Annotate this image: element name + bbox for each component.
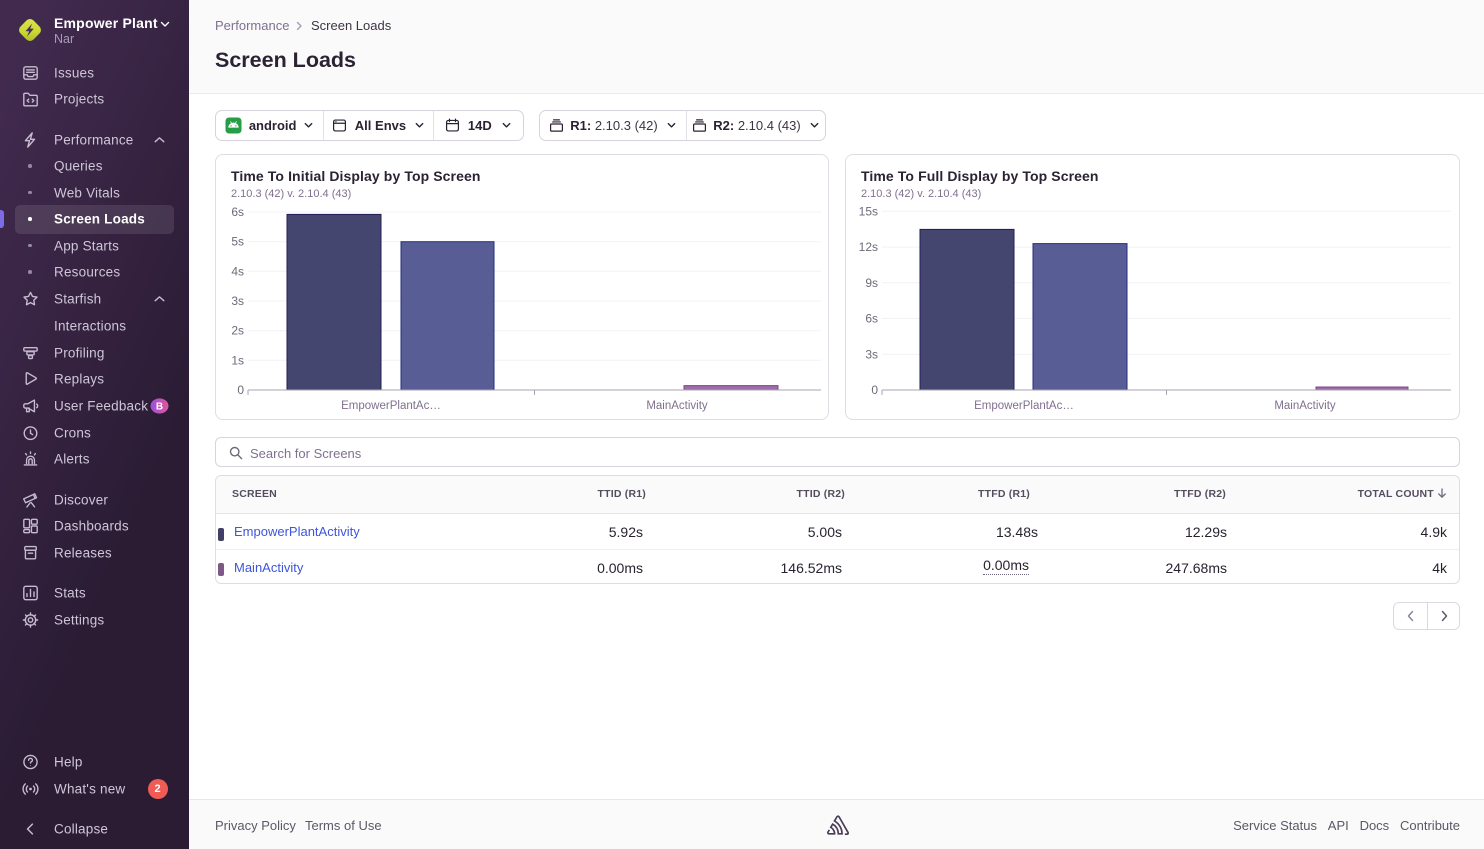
svg-text:1s: 1s	[231, 353, 244, 367]
svg-text:0: 0	[237, 383, 244, 397]
svg-text:12s: 12s	[859, 240, 878, 254]
svg-text:6s: 6s	[865, 312, 878, 326]
svg-text:6s: 6s	[231, 205, 244, 219]
svg-text:EmpowerPlantAc…: EmpowerPlantAc…	[341, 400, 441, 412]
svg-text:EmpowerPlantAc…: EmpowerPlantAc…	[974, 400, 1074, 412]
svg-text:4s: 4s	[231, 264, 244, 278]
svg-text:15s: 15s	[859, 204, 878, 218]
svg-text:B: B	[156, 401, 163, 412]
svg-text:MainActivity: MainActivity	[646, 400, 708, 412]
svg-text:0: 0	[871, 383, 878, 397]
svg-text:9s: 9s	[865, 276, 878, 290]
svg-text:MainActivity: MainActivity	[1274, 400, 1336, 412]
svg-text:3s: 3s	[231, 294, 244, 308]
svg-text:3s: 3s	[865, 347, 878, 361]
svg-text:5s: 5s	[231, 235, 244, 249]
svg-text:2s: 2s	[231, 324, 244, 338]
